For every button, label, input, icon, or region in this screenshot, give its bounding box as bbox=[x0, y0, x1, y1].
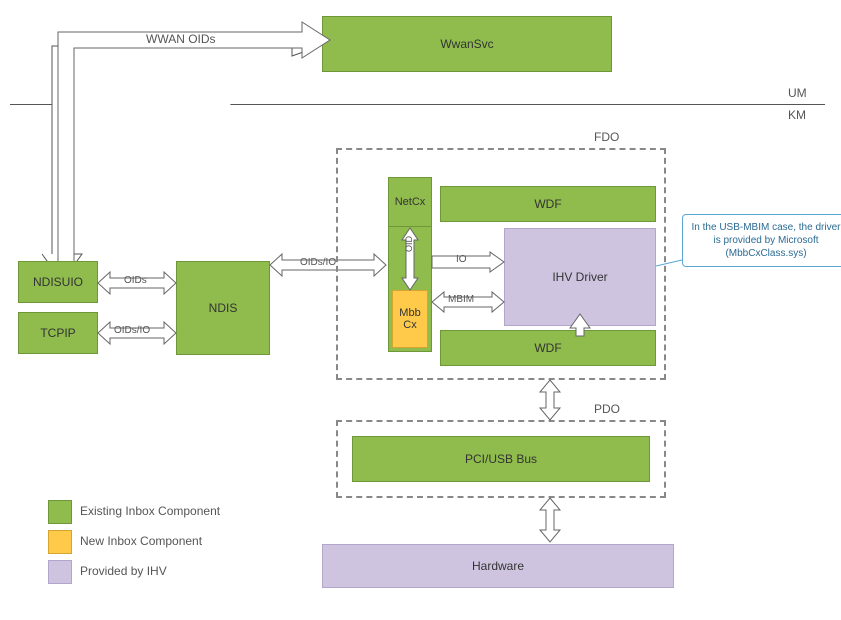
oid-label: OID bbox=[404, 236, 414, 252]
diagram-canvas: UM KM WwanSvc WWAN OIDs NDISUIO TCPIP ND… bbox=[0, 0, 841, 620]
mbbcx-label: Mbb Cx bbox=[399, 307, 420, 331]
arrow-pdo-hw bbox=[538, 498, 562, 542]
pdo-label: PDO bbox=[594, 402, 620, 416]
mbim-label: MBIM bbox=[448, 294, 474, 305]
wwan-oids-arrow-clean bbox=[48, 20, 324, 280]
oids-label-1: OIDs bbox=[124, 275, 147, 286]
ndis-box: NDIS bbox=[176, 261, 270, 355]
ihv-callout-text: In the USB-MBIM case, the driver is prov… bbox=[692, 222, 841, 259]
netcx-label: NetCx bbox=[395, 196, 426, 208]
legend-existing: Existing Inbox Component bbox=[80, 504, 220, 518]
wwansvc-box: WwanSvc bbox=[322, 16, 612, 72]
bus-label: PCI/USB Bus bbox=[465, 452, 537, 466]
tcpip-box: TCPIP bbox=[18, 312, 98, 354]
tcpip-label: TCPIP bbox=[40, 326, 75, 340]
oids-io-label-2: OIDs/IO bbox=[300, 257, 336, 268]
wdf-bot-label: WDF bbox=[534, 341, 561, 355]
callout-connector bbox=[656, 260, 686, 272]
ihv-callout: In the USB-MBIM case, the driver is prov… bbox=[682, 214, 841, 267]
fdo-label: FDO bbox=[594, 130, 619, 144]
ihv-driver-label: IHV Driver bbox=[552, 270, 607, 284]
legend-new: New Inbox Component bbox=[80, 534, 202, 548]
wwan-oids-label: WWAN OIDs bbox=[146, 32, 216, 46]
arrow-wdf-ihv bbox=[570, 314, 590, 336]
legend-swatch-ihv bbox=[48, 560, 72, 584]
ndisuio-label: NDISUIO bbox=[33, 275, 83, 289]
arrow-fdo-pdo bbox=[538, 380, 562, 420]
hardware-label: Hardware bbox=[472, 559, 524, 573]
ihv-driver-box: IHV Driver bbox=[504, 228, 656, 326]
legend-swatch-existing bbox=[48, 500, 72, 524]
hardware-box: Hardware bbox=[322, 544, 674, 588]
legend-ihv: Provided by IHV bbox=[80, 564, 167, 578]
wwansvc-label: WwanSvc bbox=[440, 37, 493, 51]
km-label: KM bbox=[788, 108, 806, 122]
um-label: UM bbox=[788, 86, 807, 100]
wdf-top-label: WDF bbox=[534, 197, 561, 211]
oids-io-label-1: OIDs/IO bbox=[114, 325, 150, 336]
bus-box: PCI/USB Bus bbox=[352, 436, 650, 482]
arrow-io bbox=[432, 252, 504, 272]
mbbcx-box: Mbb Cx bbox=[392, 290, 428, 348]
wdf-bot-box: WDF bbox=[440, 330, 656, 366]
io-label: IO bbox=[456, 254, 467, 265]
ndis-label: NDIS bbox=[209, 301, 238, 315]
legend-swatch-new bbox=[48, 530, 72, 554]
wdf-top-box: WDF bbox=[440, 186, 656, 222]
ndisuio-box: NDISUIO bbox=[18, 261, 98, 303]
netcx-box: NetCx bbox=[388, 177, 432, 227]
